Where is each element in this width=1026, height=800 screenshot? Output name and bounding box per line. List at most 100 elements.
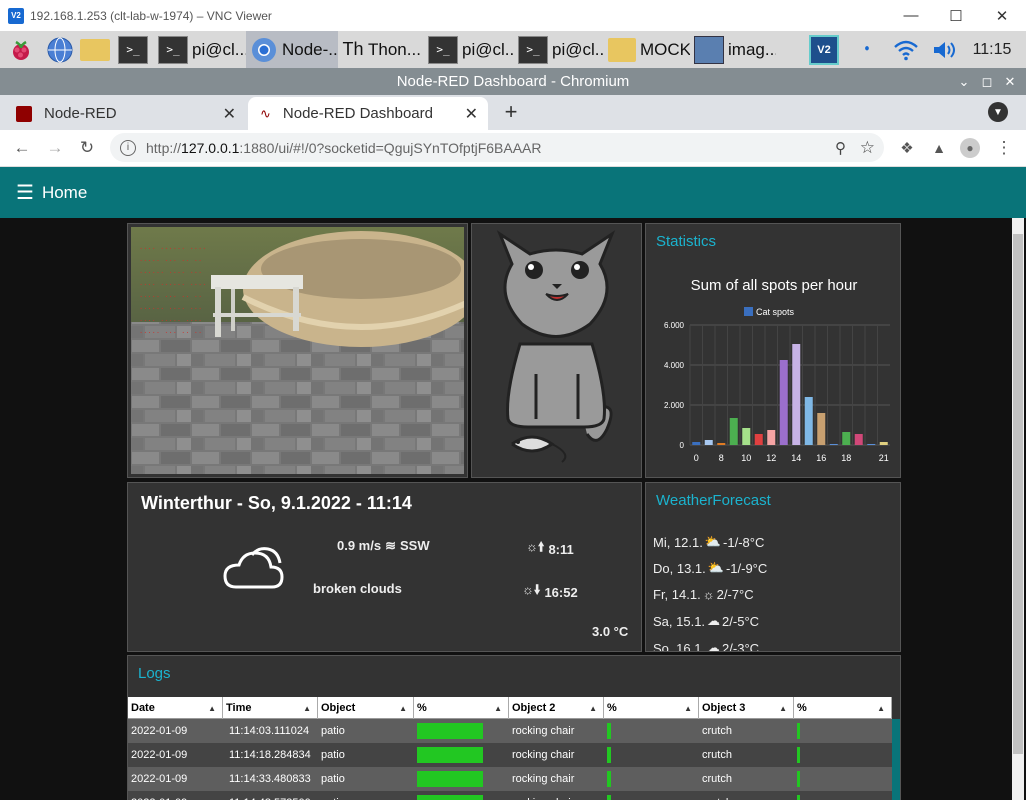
cat-illustration [496, 230, 616, 463]
cell-percent-bar [414, 791, 509, 800]
forecast-row: Fr, 14.1. ☼ 2/-7°C [653, 587, 754, 602]
column-header-percent-1[interactable]: % ▲ [414, 697, 509, 719]
tab-close-icon[interactable]: ✕ [223, 104, 236, 124]
forecast-temp: -1/-8°C [723, 534, 765, 550]
taskbar-item-chromium[interactable]: Node-... [246, 31, 338, 68]
forecast-row: Do, 13.1. ⛅ -1/-9°C [653, 560, 767, 576]
tab-close-icon[interactable]: ✕ [465, 104, 478, 124]
wind-direction: SSW [400, 538, 430, 553]
browser-menu-icon[interactable]: ⋮ [992, 136, 1016, 160]
tab-node-red[interactable]: Node-RED ✕ [4, 97, 246, 130]
wifi-icon[interactable] [890, 31, 922, 68]
taskbar-item-terminal-2[interactable]: >_ pi@cl... [424, 31, 514, 68]
terminal-launcher[interactable]: >_ [116, 31, 154, 68]
file-manager-launcher[interactable] [78, 31, 116, 68]
column-header-object-3[interactable]: Object 3 ▲ [699, 697, 794, 719]
legend-swatch [744, 307, 753, 316]
cell-time: 11:14:18.284834 [229, 749, 311, 761]
globe-icon [47, 37, 73, 62]
svg-text:.... ...... ....: .... ...... .... [139, 279, 206, 287]
cell-date: 2022-01-09 [131, 749, 188, 761]
column-header-time[interactable]: Time ▲ [223, 697, 318, 719]
address-bar[interactable]: i http://127.0.0.1:1880/ui/#!/0?socketid… [110, 133, 884, 162]
window-close-button[interactable]: ✕ [998, 68, 1022, 95]
x-tick-label: 10 [741, 453, 751, 463]
bookmark-star-icon[interactable]: ☆ [860, 138, 875, 158]
bar [804, 397, 813, 445]
browser-toolbar: ← → ↻ i http://127.0.0.1:1880/ui/#!/0?so… [0, 130, 1026, 167]
web-browser-launcher[interactable] [42, 31, 78, 68]
cell-object-3: crutch [699, 791, 794, 800]
confidence-bar [797, 747, 800, 763]
forward-button[interactable]: → [43, 136, 67, 160]
x-tick-label: 16 [816, 453, 826, 463]
tab-search-button[interactable]: ▼ [988, 102, 1008, 122]
site-info-icon[interactable]: i [120, 139, 136, 156]
maximize-button[interactable]: ☐ [933, 0, 979, 31]
raspberry-menu-button[interactable] [0, 31, 42, 68]
page-title: Home [41, 182, 88, 202]
window-menu-button[interactable]: ⌄ [952, 68, 976, 95]
cell-object: patio [321, 773, 345, 785]
cell-time: 11:14:03.111024 [229, 725, 310, 737]
table-scrollbar[interactable] [892, 719, 900, 800]
logs-card: Logs Date ▲ Time ▲ Object ▲ % ▲ Object 2 ▲ % ▲… [127, 655, 901, 800]
table-row[interactable]: 2022-01-09 11:14:03.111024 patio rocking ch… [128, 719, 892, 743]
column-header-object-2[interactable]: Object 2 ▲ [509, 697, 604, 719]
dashboard-favicon-icon: ∿ [260, 105, 271, 121]
cell-percent-bar [414, 743, 509, 767]
confidence-bar [607, 747, 611, 763]
vnc-title: 192.168.1.253 (clt-lab-w-1974) – VNC Vie… [30, 8, 272, 23]
sort-icon: ▲ [303, 703, 311, 713]
column-header-percent-3[interactable]: % ▲ [794, 697, 892, 719]
zoom-icon[interactable]: ⚲ [835, 139, 846, 157]
sun-cloud-icon: ⛅ [704, 534, 722, 549]
taskbar-item-label: pi@cl... [462, 39, 514, 59]
sun-icon: ☼ [702, 587, 715, 602]
bar [717, 443, 726, 445]
back-button[interactable]: ← [10, 136, 34, 160]
bar [854, 434, 863, 445]
scrollbar-thumb[interactable] [1013, 234, 1023, 754]
taskbar-item-terminal-3[interactable]: >_ pi@cl... [514, 31, 604, 68]
taskbar-item-terminal-1[interactable]: >_ pi@cl... [154, 31, 246, 68]
lab-flask-icon[interactable]: ▲ [927, 136, 951, 160]
minimize-button[interactable]: — [888, 0, 934, 31]
cell-percent-bar [414, 767, 509, 791]
column-header-date[interactable]: Date ▲ [128, 697, 223, 719]
reload-button[interactable]: ↻ [75, 136, 99, 160]
sort-icon: ▲ [589, 703, 597, 713]
cell-date: 2022-01-09 [128, 791, 223, 800]
table-row[interactable]: 2022-01-09 11:14:18.284834 patio rocking ch… [128, 743, 892, 767]
cell-percent-bar-2 [604, 719, 699, 743]
confidence-bar [417, 747, 483, 763]
sort-icon: ▲ [399, 703, 407, 713]
window-maximize-button[interactable]: ◻ [975, 68, 999, 95]
taskbar-item-thonny[interactable]: Th Thon... [338, 31, 424, 68]
profile-avatar[interactable]: ● [958, 136, 982, 160]
taskbar-item-label: pi@cl... [552, 39, 604, 59]
taskbar-item-image-viewer[interactable]: imag... [690, 31, 776, 68]
column-header-percent-2[interactable]: % ▲ [604, 697, 699, 719]
cell-time: 11:14:48.573500 [223, 791, 318, 800]
statistics-title: Statistics [656, 233, 717, 250]
x-tick-label: 14 [791, 453, 801, 463]
hamburger-menu-icon[interactable]: ☰ [16, 180, 34, 205]
taskbar-item-mock-folder[interactable]: MOCK [604, 31, 690, 68]
forecast-day: Do, 13.1. [653, 560, 706, 576]
column-header-object[interactable]: Object ▲ [318, 697, 414, 719]
extensions-icon[interactable]: ❖ [895, 136, 919, 160]
table-row[interactable]: 2022-01-09 11:14:33.480833 patio rocking ch… [128, 767, 892, 791]
tab-label: Node-RED [44, 105, 117, 122]
vnc-server-icon[interactable]: V2 [806, 31, 842, 68]
sort-icon: ▲ [684, 703, 692, 713]
bluetooth-icon[interactable]: ᛫ [852, 31, 882, 68]
bar [842, 432, 851, 445]
volume-icon[interactable] [928, 31, 960, 68]
sort-icon: ▲ [779, 703, 787, 713]
tab-node-red-dashboard[interactable]: ∿ Node-RED Dashboard ✕ [248, 97, 488, 130]
sort-icon: ▲ [208, 703, 216, 713]
close-button[interactable]: ✕ [979, 0, 1025, 31]
new-tab-button[interactable]: + [498, 99, 524, 125]
table-row[interactable]: 2022-01-0911:14:48.573500patio rocking ch… [128, 791, 892, 800]
